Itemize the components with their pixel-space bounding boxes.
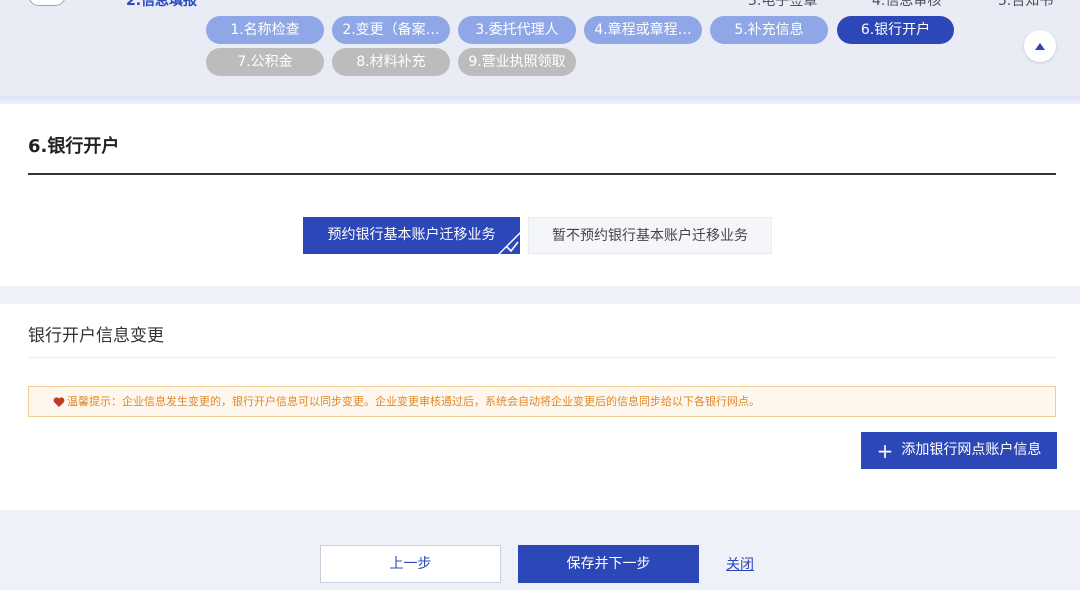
- step-change-filing[interactable]: 2.变更（备案…: [332, 16, 450, 44]
- section-divider: [28, 173, 1056, 175]
- previous-step-button[interactable]: 上一步: [320, 545, 501, 583]
- plus-icon: +: [876, 438, 894, 463]
- option-no-reservation[interactable]: 暂不预约银行基本账户迁移业务: [528, 217, 772, 254]
- section-title: 6.银行开户: [28, 136, 120, 157]
- step-indicator-circle: [28, 0, 66, 6]
- triangle-up-icon: [1035, 42, 1045, 50]
- step-progress-bar: 2.信息填报 3.电子签章 4.信息审核 5.告知书 1.名称检查 2.变更（备…: [0, 0, 1080, 96]
- step-header-5: 5.告知书: [998, 0, 1054, 9]
- save-and-next-button[interactable]: 保存并下一步: [518, 545, 699, 583]
- add-bank-account-button[interactable]: + 添加银行网点账户信息: [861, 432, 1057, 469]
- bank-opening-panel: 6.银行开户 预约银行基本账户迁移业务 暂不预约银行基本账户迁移业务: [0, 104, 1080, 286]
- notice-text: 温馨提示：企业信息发生变更的，银行开户信息可以同步变更。企业变更审核通过后，系统…: [67, 395, 760, 408]
- section-divider: [28, 357, 1056, 358]
- notice-banner: 温馨提示：企业信息发生变更的，银行开户信息可以同步变更。企业变更审核通过后，系统…: [28, 386, 1056, 417]
- close-link[interactable]: 关闭: [726, 554, 754, 574]
- collapse-button[interactable]: [1024, 30, 1056, 62]
- option-reserve-label: 预约银行基本账户迁移业务: [327, 227, 496, 243]
- step-bank-account[interactable]: 6.银行开户: [837, 16, 954, 44]
- step-license-pickup[interactable]: 9.营业执照领取: [458, 48, 576, 76]
- step-name-check[interactable]: 1.名称检查: [206, 16, 324, 44]
- bank-info-change-panel: 银行开户信息变更 温馨提示：企业信息发生变更的，银行开户信息可以同步变更。企业变…: [0, 304, 1080, 510]
- step-supplement-info[interactable]: 5.补充信息: [710, 16, 828, 44]
- section-title: 银行开户信息变更: [28, 326, 164, 346]
- check-corner-icon: [498, 232, 520, 254]
- step-housing-fund[interactable]: 7.公积金: [206, 48, 324, 76]
- step-agent[interactable]: 3.委托代理人: [458, 16, 576, 44]
- step-material-supplement[interactable]: 8.材料补充: [332, 48, 450, 76]
- heart-icon: [53, 397, 65, 407]
- step-header-4: 4.信息审核: [872, 0, 942, 9]
- option-reserve-migration[interactable]: 预约银行基本账户迁移业务: [303, 217, 520, 254]
- step-articles[interactable]: 4.章程或章程…: [584, 16, 702, 44]
- step-header-3: 3.电子签章: [748, 0, 818, 9]
- step-header-2: 2.信息填报: [126, 0, 198, 9]
- add-bank-account-label: 添加银行网点账户信息: [901, 442, 1042, 458]
